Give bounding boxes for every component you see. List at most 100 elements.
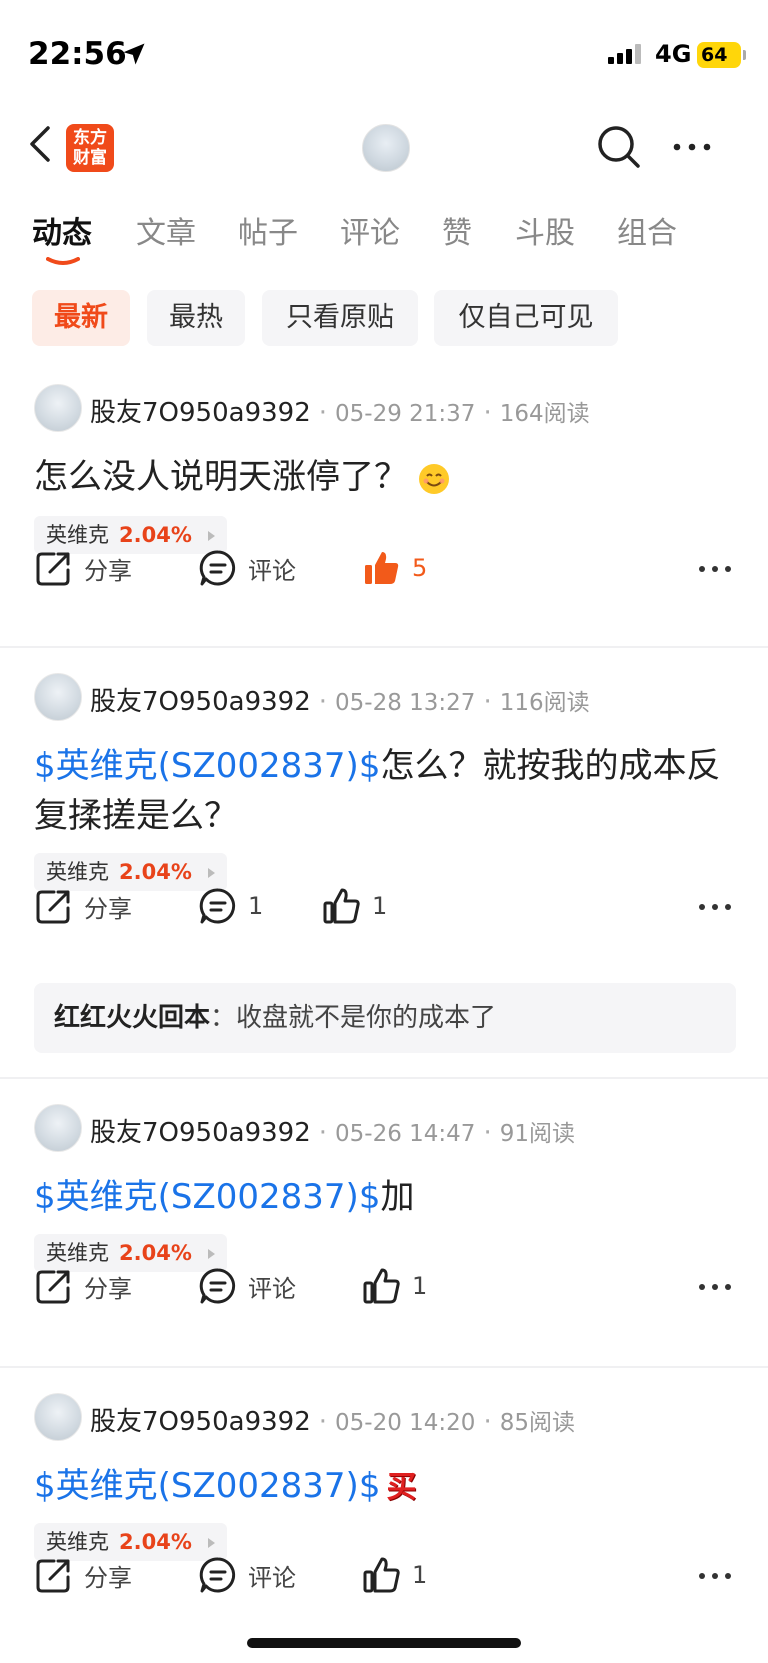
share-icon [36,890,70,924]
signal-icon [608,44,642,64]
comment-icon [199,1268,236,1304]
post-more-icon[interactable] [698,1571,732,1581]
tab-dougu[interactable]: 斗股 [515,208,575,252]
reply-preview[interactable]: 红红火火回本：收盘就不是你的成本了 [34,983,736,1053]
post-meta: 股友7O950a9392 · 05-28 13:27 · 116阅读 [90,687,590,717]
eastmoney-logo[interactable]: 东方 财富 [66,124,114,172]
share-button[interactable]: 分享 [34,1266,132,1306]
like-count: 1 [412,1272,428,1300]
stock-change: 2.04% [119,860,192,884]
stock-name: 英维克 [46,523,109,547]
post-content[interactable]: $英维克(SZ002837)$怎么？就按我的成本反复揉搓是么？ [34,741,734,841]
tab-portfolio[interactable]: 组合 [617,208,677,252]
divider [0,1077,768,1079]
share-button[interactable]: 分享 [34,548,132,588]
share-label: 分享 [84,1274,132,1303]
comment-button[interactable]: 评论 [198,1266,296,1306]
comment-icon [199,888,236,924]
share-icon [36,1559,70,1593]
stock-tag-link[interactable]: $英维克(SZ002837)$ [34,1177,380,1217]
like-button[interactable]: 1 [322,886,387,926]
post-meta: 股友7O950a9392 · 05-20 14:20 · 85阅读 [90,1407,575,1437]
avatar[interactable] [34,673,82,721]
stock-change: 2.04% [119,1530,192,1554]
back-chevron-icon[interactable] [26,122,56,166]
avatar[interactable] [34,1393,82,1441]
post-more-icon[interactable] [698,902,732,912]
tab-comments[interactable]: 评论 [340,208,400,252]
stock-tag-link[interactable]: $英维克(SZ002837)$ [34,1466,380,1506]
like-button[interactable]: 1 [362,1555,427,1595]
tab-articles[interactable]: 文章 [136,208,196,252]
stock-name: 英维克 [46,1241,109,1265]
tab-dynamics[interactable]: 动态 [32,208,92,252]
location-arrow-icon [123,43,145,65]
share-label: 分享 [84,894,132,923]
chevron-right-icon [207,1538,215,1548]
post-date: 05-20 14:20 [335,1410,476,1436]
comment-button[interactable]: 评论 [198,548,296,588]
share-button[interactable]: 分享 [34,1555,132,1595]
filter-latest[interactable]: 最新 [32,290,130,346]
post-content[interactable]: $英维克(SZ002837)$ 买 [34,1461,734,1513]
post-username[interactable]: 股友7O950a9392 [90,398,311,428]
reply-separator: ： [210,1003,237,1033]
filter-hottest[interactable]: 最热 [147,290,245,346]
chevron-right-icon [207,868,215,878]
comment-label: 评论 [248,556,296,585]
post-username[interactable]: 股友7O950a9392 [90,1118,311,1148]
divider [0,1366,768,1368]
share-icon [36,1270,70,1304]
post-reads: 85阅读 [499,1410,575,1436]
post-more-icon[interactable] [698,1282,732,1292]
battery-icon: 64 [697,42,741,68]
stock-change: 2.04% [119,523,192,547]
post-content[interactable]: $英维克(SZ002837)$加 [34,1172,734,1222]
post-reads: 116阅读 [499,690,590,716]
post-text: 怎么没人说明天涨停了？ [34,457,408,497]
post-reads: 164阅读 [499,401,590,427]
post-date: 05-29 21:37 [335,401,476,427]
post-username[interactable]: 股友7O950a9392 [90,687,311,717]
thumbs-up-icon [323,888,360,924]
network-label: 4G [655,40,692,68]
filter-private[interactable]: 仅自己可见 [434,290,618,346]
like-count: 1 [372,892,388,920]
comment-button[interactable]: 1 [198,886,263,926]
like-button[interactable]: 5 [362,548,427,588]
stock-name: 英维克 [46,860,109,884]
tab-posts[interactable]: 帖子 [238,208,298,252]
stock-change: 2.04% [119,1241,192,1265]
home-indicator[interactable] [247,1638,521,1648]
profile-avatar[interactable] [362,124,410,172]
stock-tag-link[interactable]: $英维克(SZ002837)$ [34,746,380,786]
avatar[interactable] [34,384,82,432]
post-date: 05-28 13:27 [335,690,476,716]
logo-line1: 东方 [73,128,107,148]
like-button[interactable]: 1 [362,1266,427,1306]
reply-text: 收盘就不是你的成本了 [236,1003,497,1033]
filter-original-only[interactable]: 只看原贴 [262,290,418,346]
comment-button[interactable]: 评论 [198,1555,296,1595]
reply-username[interactable]: 红红火火回本 [54,1003,210,1033]
comment-label: 评论 [248,1563,296,1592]
share-button[interactable]: 分享 [34,886,132,926]
more-icon[interactable] [672,140,712,154]
comment-icon [199,550,236,586]
comment-label: 评论 [248,1274,296,1303]
stock-name: 英维克 [46,1530,109,1554]
post-content[interactable]: 怎么没人说明天涨停了？ [34,452,734,502]
tab-likes[interactable]: 赞 [442,208,472,252]
divider [0,646,768,648]
logo-line2: 财富 [73,148,107,168]
post-meta: 股友7O950a9392 · 05-29 21:37 · 164阅读 [90,398,590,428]
status-bar: 22:56 4G 64 [0,0,768,110]
search-icon[interactable] [596,124,642,170]
post-username[interactable]: 股友7O950a9392 [90,1407,311,1437]
post-more-icon[interactable] [698,564,732,574]
chevron-right-icon [207,1249,215,1259]
battery-cap [743,50,746,60]
avatar[interactable] [34,1104,82,1152]
share-icon [36,552,70,586]
like-count: 1 [412,1561,428,1589]
